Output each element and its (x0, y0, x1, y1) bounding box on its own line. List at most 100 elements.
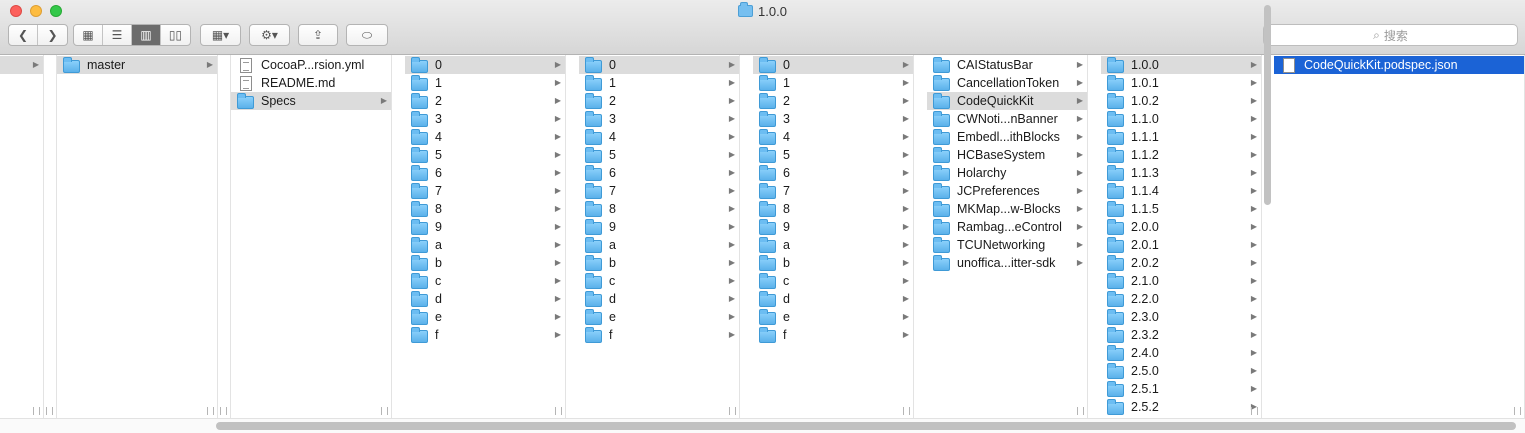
list-item[interactable]: d ▶ (405, 290, 565, 308)
list-item[interactable]: CancellationToken ▶ (927, 74, 1087, 92)
list-item[interactable]: README.md (231, 74, 391, 92)
list-item[interactable]: 0 ▶ (405, 56, 565, 74)
list-item[interactable]: 9 ▶ (579, 218, 739, 236)
list-item[interactable]: TCUNetworking ▶ (927, 236, 1087, 254)
arrange-button[interactable]: ▦▾ (200, 24, 241, 46)
list-item[interactable]: 1.1.3 ▶ (1101, 164, 1261, 182)
back-button[interactable]: ❮ (9, 25, 38, 45)
list-item[interactable]: 1 ▶ (579, 74, 739, 92)
list-item[interactable]: a ▶ (579, 236, 739, 254)
tags-button[interactable]: ⬭ (346, 24, 388, 46)
list-item[interactable]: 2.4.0 ▶ (1101, 344, 1261, 362)
list-item[interactable]: a ▶ (753, 236, 913, 254)
list-item[interactable]: 7 ▶ (753, 182, 913, 200)
list-item[interactable]: 3 ▶ (579, 110, 739, 128)
list-item[interactable]: Specs ▶ (231, 92, 391, 110)
list-item[interactable]: 1.1.4 ▶ (1101, 182, 1261, 200)
list-item[interactable]: d ▶ (753, 290, 913, 308)
list-item[interactable]: b ▶ (753, 254, 913, 272)
version-column-scrollbar[interactable] (1264, 5, 1271, 205)
list-item[interactable]: 6 ▶ (579, 164, 739, 182)
action-gear-button[interactable]: ⚙▾ (249, 24, 290, 46)
icon-view-button[interactable]: ▦ (74, 25, 103, 45)
column-resize-grip-icon[interactable] (220, 407, 227, 415)
list-item[interactable]: 2.0.2 ▶ (1101, 254, 1261, 272)
column-resize-grip-icon[interactable] (1251, 407, 1258, 415)
list-item[interactable]: 4 ▶ (753, 128, 913, 146)
list-item[interactable]: ▶ (0, 56, 43, 74)
list-item[interactable]: 0 ▶ (579, 56, 739, 74)
list-item[interactable]: b ▶ (405, 254, 565, 272)
horizontal-scrollbar-thumb[interactable] (216, 422, 1516, 430)
list-view-button[interactable]: ☰ (103, 25, 132, 45)
column-resize-grip-icon[interactable] (729, 407, 736, 415)
list-item[interactable]: 1 ▶ (753, 74, 913, 92)
list-item[interactable]: 6 ▶ (405, 164, 565, 182)
list-item[interactable]: c ▶ (405, 272, 565, 290)
list-item[interactable]: 2.2.0 ▶ (1101, 290, 1261, 308)
list-item[interactable]: 1.1.0 ▶ (1101, 110, 1261, 128)
list-item[interactable]: 4 ▶ (579, 128, 739, 146)
list-item[interactable]: 2 ▶ (753, 92, 913, 110)
list-item[interactable]: MKMap...w-Blocks ▶ (927, 200, 1087, 218)
list-item[interactable]: CAIStatusBar ▶ (927, 56, 1087, 74)
list-item[interactable]: 3 ▶ (753, 110, 913, 128)
list-item[interactable]: CocoaP...rsion.yml (231, 56, 391, 74)
column-resize-grip-icon[interactable] (1514, 407, 1521, 415)
list-item[interactable]: Embedl...ithBlocks ▶ (927, 128, 1087, 146)
column-resize-grip-icon[interactable] (555, 407, 562, 415)
list-item[interactable]: 9 ▶ (753, 218, 913, 236)
list-item[interactable]: c ▶ (753, 272, 913, 290)
list-item[interactable]: Holarchy ▶ (927, 164, 1087, 182)
list-item[interactable]: 3 ▶ (405, 110, 565, 128)
list-item[interactable]: f ▶ (753, 326, 913, 344)
list-item[interactable]: CodeQuickKit ▶ (927, 92, 1087, 110)
list-item[interactable]: 5 ▶ (579, 146, 739, 164)
list-item[interactable]: 1.1.5 ▶ (1101, 200, 1261, 218)
column-resize-grip-icon[interactable] (1077, 407, 1084, 415)
list-item[interactable]: 7 ▶ (579, 182, 739, 200)
list-item[interactable]: f ▶ (405, 326, 565, 344)
list-item[interactable]: 1.0.1 ▶ (1101, 74, 1261, 92)
list-item[interactable]: b ▶ (579, 254, 739, 272)
list-item[interactable]: CWNoti...nBanner ▶ (927, 110, 1087, 128)
list-item[interactable]: 9 ▶ (405, 218, 565, 236)
list-item[interactable]: JCPreferences ▶ (927, 182, 1087, 200)
list-item[interactable]: 2.3.0 ▶ (1101, 308, 1261, 326)
list-item[interactable]: 2.5.0 ▶ (1101, 362, 1261, 380)
list-item[interactable]: 1 ▶ (405, 74, 565, 92)
forward-button[interactable]: ❯ (38, 25, 67, 45)
list-item[interactable]: e ▶ (753, 308, 913, 326)
list-item[interactable]: 2 ▶ (405, 92, 565, 110)
list-item[interactable]: 7 ▶ (405, 182, 565, 200)
column-resize-grip-icon[interactable] (207, 407, 214, 415)
list-item[interactable]: 2 ▶ (579, 92, 739, 110)
list-item[interactable]: 0 ▶ (753, 56, 913, 74)
list-item[interactable]: 1.0.0 ▶ (1101, 56, 1261, 74)
list-item[interactable]: a ▶ (405, 236, 565, 254)
coverflow-view-button[interactable]: ▯▯ (161, 25, 190, 45)
list-item[interactable]: e ▶ (405, 308, 565, 326)
list-item[interactable]: 1.0.2 ▶ (1101, 92, 1261, 110)
list-item[interactable]: 6 ▶ (753, 164, 913, 182)
list-item[interactable]: 5 ▶ (753, 146, 913, 164)
list-item[interactable]: 5 ▶ (405, 146, 565, 164)
list-item[interactable]: master ▶ (57, 56, 217, 74)
list-item[interactable]: 2.0.1 ▶ (1101, 236, 1261, 254)
column-resize-grip-icon[interactable] (903, 407, 910, 415)
list-item[interactable]: unoffica...itter-sdk ▶ (927, 254, 1087, 272)
column-resize-grip-icon[interactable] (381, 407, 388, 415)
share-button[interactable]: ⇪ (298, 24, 338, 46)
list-item[interactable]: c ▶ (579, 272, 739, 290)
column-view-button[interactable]: ▥ (132, 25, 161, 45)
search-field[interactable]: ⌕ 搜索 (1263, 24, 1518, 46)
list-item[interactable]: f ▶ (579, 326, 739, 344)
list-item[interactable]: CodeQuickKit.podspec.json (1274, 56, 1524, 74)
list-item[interactable]: d ▶ (579, 290, 739, 308)
column-resize-grip-icon[interactable] (33, 407, 40, 415)
list-item[interactable]: 1.1.1 ▶ (1101, 128, 1261, 146)
list-item[interactable]: 2.1.0 ▶ (1101, 272, 1261, 290)
list-item[interactable]: HCBaseSystem ▶ (927, 146, 1087, 164)
list-item[interactable]: 8 ▶ (405, 200, 565, 218)
column-resize-grip-icon[interactable] (46, 407, 53, 415)
